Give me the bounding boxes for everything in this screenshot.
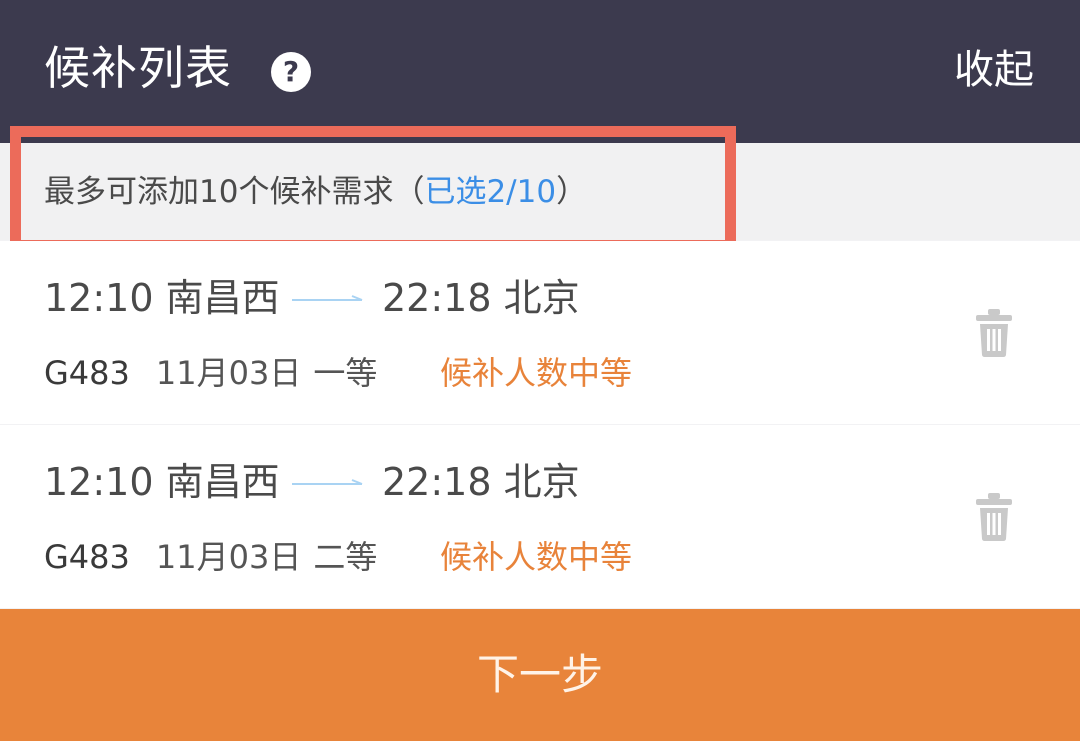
next-step-button[interactable]: 下一步 [0, 609, 1080, 741]
train-info: G483 11月03日 一等 [44, 351, 377, 395]
depart-time: 12:10 [44, 460, 154, 504]
arrive-time: 22:18 [382, 276, 492, 320]
travel-date: 11月03日 [155, 354, 302, 392]
train-number: G483 [44, 354, 130, 392]
arrive-time: 22:18 [382, 460, 492, 504]
train-info: G483 11月03日 二等 [44, 535, 377, 579]
notice-text: 最多可添加10个候补需求（已选2/10） [44, 170, 587, 214]
waitlist-status: 候补人数中等 [440, 538, 633, 576]
departure: 12:10 南昌西 [44, 273, 280, 323]
depart-station: 南昌西 [165, 460, 280, 504]
selected-count: 已选2/10 [424, 174, 557, 210]
train-number: G483 [44, 538, 130, 576]
depart-time: 12:10 [44, 276, 154, 320]
seat-class: 一等 [313, 354, 378, 392]
travel-date: 11月03日 [155, 538, 302, 576]
question-icon[interactable]: ? [271, 52, 311, 92]
arrow-right-icon [292, 479, 363, 485]
collapse-button[interactable]: 收起 [954, 42, 1034, 98]
page-title: 候补列表 [44, 41, 232, 95]
trash-icon[interactable] [974, 307, 1014, 359]
depart-station: 南昌西 [165, 276, 280, 320]
arrive-station: 北京 [503, 276, 580, 320]
departure: 12:10 南昌西 [44, 457, 280, 507]
arrow-right-icon [292, 295, 363, 301]
list-item[interactable]: 12:10 南昌西 22:18 北京 G483 11月03日 一等 候补人数中等 [0, 241, 1080, 424]
trash-icon[interactable] [974, 491, 1014, 543]
waitlist-status: 候补人数中等 [440, 354, 633, 392]
arrival: 22:18 北京 [382, 457, 580, 507]
arrival: 22:18 北京 [382, 273, 580, 323]
seat-class: 二等 [313, 538, 378, 576]
notice-suffix: ） [556, 174, 588, 210]
notice-prefix: 最多可添加10个候补需求（ [44, 174, 425, 210]
arrive-station: 北京 [503, 460, 580, 504]
list-item[interactable]: 12:10 南昌西 22:18 北京 G483 11月03日 二等 候补人数中等 [0, 425, 1080, 608]
header-bar: 候补列表 ? 收起 [0, 0, 1080, 143]
